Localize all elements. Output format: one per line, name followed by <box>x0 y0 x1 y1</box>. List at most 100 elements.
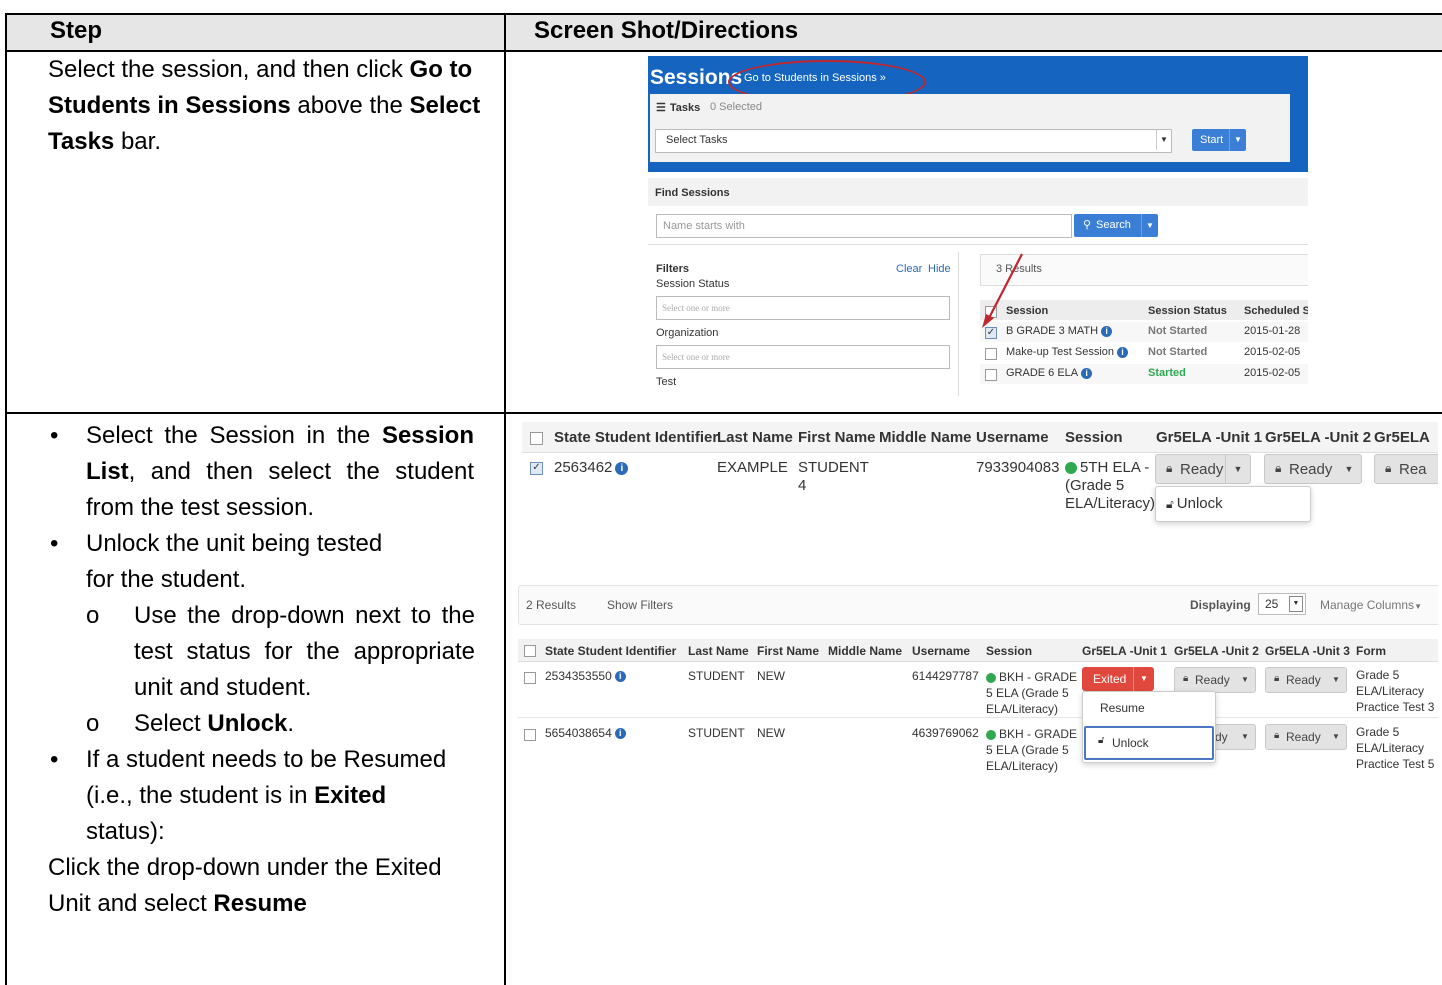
sessions-screenshot: Sessions Go to Students in Sessions » ☰ T… <box>648 56 1308 396</box>
table-row-divider <box>6 412 1442 414</box>
chevron-down-icon: ▼ <box>1332 675 1340 684</box>
chevron-down-icon: ▼ <box>1133 667 1154 691</box>
chevron-down-icon: ▼ <box>1156 130 1171 150</box>
table-row[interactable]: 2534353550 i STUDENT NEW 6144297787 BKH -… <box>518 663 1438 718</box>
find-sessions-label: Find Sessions <box>655 187 730 199</box>
test-label: Test <box>656 376 677 388</box>
bullet-select-session: • Select the Session in the Session List… <box>50 422 474 521</box>
table-row[interactable]: GRADE 6 ELA i Started 2015-02-05 <box>980 364 1308 384</box>
start-button[interactable]: Start ▼ <box>1192 129 1246 151</box>
unit2-status-button[interactable]: 🔒︎ Ready ▼ <box>1264 454 1362 484</box>
show-filters-link[interactable]: Show Filters <box>607 598 673 612</box>
final-instruction: Click the drop-down under the Exited Uni… <box>48 854 442 917</box>
table-mid-border <box>504 13 506 985</box>
col-scheduled: Scheduled S <box>1244 305 1308 317</box>
unit1-dropdown-menu: Resume 🔓︎ Unlock <box>1082 691 1216 763</box>
row-checkbox[interactable] <box>524 729 536 741</box>
unlock-menu-item[interactable]: 🔓︎ Unlock <box>1084 726 1214 760</box>
col-last-name: Last Name <box>717 429 793 446</box>
divider <box>648 244 1308 245</box>
col-ssid: State Student Identifier <box>545 644 677 658</box>
hide-link[interactable]: Hide <box>928 263 951 275</box>
manage-columns-button[interactable]: Manage Columns▼ <box>1320 598 1422 612</box>
bullet-resume: • If a student needs to be Resumed (i.e.… <box>50 746 447 845</box>
clear-link[interactable]: Clear <box>896 263 922 275</box>
subbullet-dropdown: o Use the drop-down next to the test sta… <box>86 602 475 701</box>
chevron-down-icon: ▼ <box>1344 464 1354 474</box>
col-ssid: State Student Identifier <box>554 429 719 446</box>
row-checkbox[interactable] <box>524 672 536 684</box>
chevron-down-icon: ▼ <box>1141 214 1158 237</box>
table-row[interactable]: B GRADE 3 MATHi Not Started 2015-01-28 <box>980 322 1308 342</box>
table-row[interactable]: 5654038654 i STUDENT NEW 4639769062 BKH -… <box>518 719 1438 775</box>
info-icon: i <box>614 671 626 683</box>
col-unit3: Gr5ELA -Unit 3 <box>1265 644 1350 658</box>
session-status-label: Session Status <box>656 278 730 290</box>
unit3-status-button[interactable]: 🔒︎ Rea <box>1374 454 1438 484</box>
lock-icon: 🔒︎ <box>1274 730 1280 741</box>
select-tasks-dropdown[interactable]: Select Tasks ▼ <box>655 129 1172 153</box>
status-dot <box>986 672 996 683</box>
bullet-unlock-unit: • Unlock the unit being tested for the s… <box>50 530 383 593</box>
chevron-down-icon: ▼ <box>1289 596 1303 612</box>
table-row[interactable]: Make-up Test Session i Not Started 2015-0… <box>980 343 1308 363</box>
per-page-select[interactable]: 25 ▼ <box>1258 593 1306 615</box>
last-name: EXAMPLE <box>717 459 788 476</box>
search-icon: ⚲ <box>1083 219 1092 231</box>
unlock-menu-item[interactable]: 🔓︎ Unlock <box>1166 495 1223 512</box>
unlock-icon: 🔓︎ <box>1166 497 1174 511</box>
select-all-checkbox[interactable] <box>530 432 543 445</box>
tasks-count: 0 Selected <box>710 101 762 113</box>
organization-select[interactable]: Select one or more <box>656 345 950 369</box>
session-status-select[interactable]: Select one or more <box>656 296 950 320</box>
chevron-down-icon: ▼ <box>1241 675 1249 684</box>
chevron-down-icon: ▼ <box>1414 602 1422 611</box>
col-first-name: First Name <box>757 644 820 658</box>
col-last-name: Last Name <box>688 644 749 658</box>
search-button[interactable]: ⚲ Search ▼ <box>1074 214 1158 237</box>
unit1-exited-button[interactable]: Exited ▼ <box>1082 667 1154 691</box>
find-sessions-panel <box>648 178 1308 206</box>
info-icon: i <box>1081 367 1093 379</box>
status-dot <box>986 729 996 740</box>
info-icon: i <box>1101 325 1113 337</box>
chevron-down-icon: ▼ <box>1241 732 1249 741</box>
unit2-status-button[interactable]: 🔒︎ Ready ▼ <box>1174 667 1256 693</box>
tasks-list-icon: ☰ <box>656 102 666 114</box>
username: 7933904083 <box>976 459 1060 476</box>
table-top-border <box>6 13 1442 15</box>
header-step: Step <box>50 17 103 44</box>
col-unit2: Gr5ELA -Unit 2 <box>1174 644 1259 658</box>
info-icon: i <box>614 728 626 740</box>
col-middle-name: Middle Name <box>828 644 903 658</box>
lock-icon: 🔒︎ <box>1166 461 1173 475</box>
col-form: Form <box>1356 644 1386 658</box>
col-unit2: Gr5ELA -Unit 2 <box>1265 429 1372 446</box>
filters-label: Filters <box>656 263 690 275</box>
col-username: Username <box>976 429 1049 446</box>
row-checkbox[interactable] <box>530 462 543 475</box>
chevron-down-icon: ▼ <box>1225 455 1250 483</box>
resume-menu-item[interactable]: Resume <box>1083 692 1215 722</box>
col-session: Session <box>986 644 1033 658</box>
first-name: STUDENT 4 <box>798 459 869 494</box>
unit3-status-button[interactable]: 🔒︎ Ready ▼ <box>1265 724 1347 750</box>
row2-directions: • Select the Session in the Session List… <box>0 418 500 922</box>
unit3-status-button[interactable]: 🔒︎ Ready ▼ <box>1265 667 1347 693</box>
unlock-screenshot: State Student Identifier Last Name First… <box>522 422 1438 538</box>
row-checkbox[interactable] <box>985 369 997 381</box>
header-directions: Screen Shot/Directions <box>534 17 799 44</box>
col-unit3: Gr5ELA <box>1374 429 1430 446</box>
organization-label: Organization <box>656 327 719 339</box>
unit1-status-button[interactable]: 🔒︎ Ready ▼ <box>1155 454 1251 484</box>
col-unit1: Gr5ELA -Unit 1 <box>1082 644 1167 658</box>
select-all-checkbox[interactable] <box>524 645 536 657</box>
row1-directions: Select the session, and then click Go to… <box>48 56 481 155</box>
displaying-label: Displaying <box>1190 598 1251 612</box>
row-checkbox[interactable] <box>985 348 997 360</box>
col-first-name: First Name <box>798 429 876 446</box>
lock-icon: 🔒︎ <box>1275 461 1282 475</box>
name-search-input[interactable]: Name starts with <box>656 214 1072 238</box>
chevron-down-icon: ▼ <box>1229 129 1246 151</box>
info-icon: i <box>615 461 629 475</box>
